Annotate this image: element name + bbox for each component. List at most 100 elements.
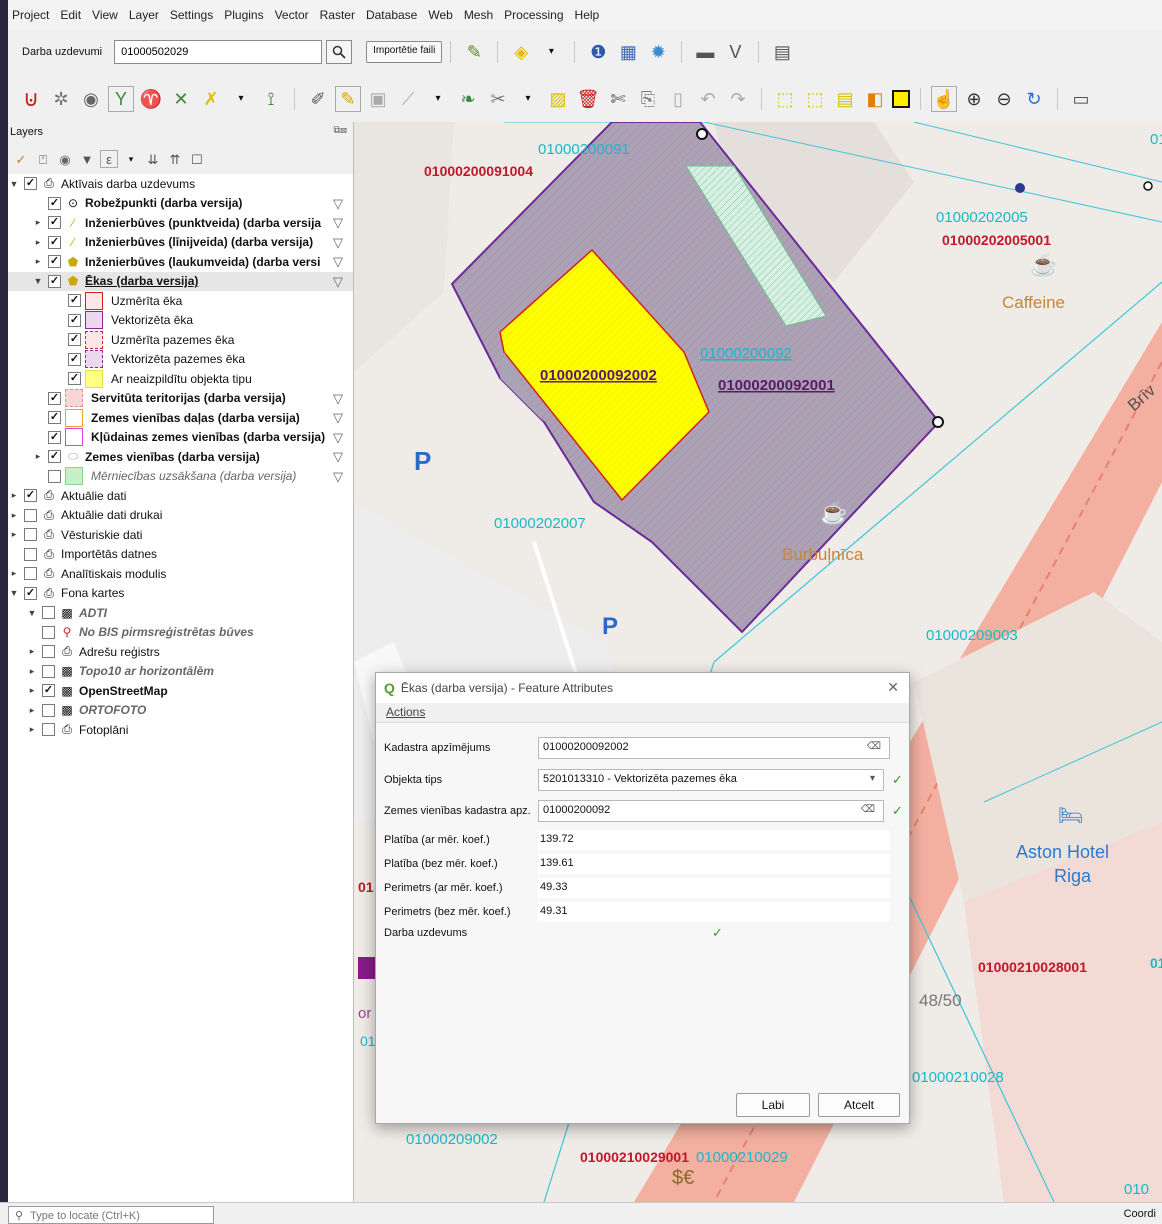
expand-arrow-icon[interactable]: ▸	[26, 646, 38, 657]
dropdown-arrow-icon[interactable]: ▾	[538, 39, 564, 65]
filter-icon[interactable]: ▼	[78, 150, 96, 168]
snap-settings-icon[interactable]: ✲	[48, 86, 74, 112]
add-polygon-icon[interactable]: ❧	[455, 86, 481, 112]
filter-icon[interactable]: ▽	[333, 449, 343, 465]
perimetrs-bez-value[interactable]: 49.31	[538, 902, 890, 922]
filter-icon[interactable]: ▽	[333, 274, 343, 290]
layer-group-importetas[interactable]: ⎙ Importētās datnes	[8, 545, 353, 565]
snap-segment-icon[interactable]: ♈	[138, 86, 164, 112]
add-line-icon[interactable]: ⟋	[395, 86, 421, 112]
layer-checkbox[interactable]: ✓	[48, 274, 61, 288]
kadastra-input[interactable]: 01000200092002 ⌫	[538, 737, 890, 759]
measure-icon[interactable]: ▭	[1068, 86, 1094, 112]
vertex-add-icon[interactable]: V	[722, 39, 748, 65]
layers-stack-icon[interactable]: ◈	[508, 39, 534, 65]
layer-checkbox[interactable]: ✓	[48, 430, 61, 444]
search-button[interactable]	[326, 40, 353, 64]
layer-checkbox[interactable]	[24, 528, 37, 542]
attribute-table-icon[interactable]: ▤	[832, 86, 858, 112]
legend-uzmerita-pazemes[interactable]: ✓ Uzmērīta pazemes ēka	[8, 330, 353, 350]
layer-group-vesturiskie[interactable]: ▸ ⎙ Vēsturiskie dati	[8, 525, 353, 545]
collapse-arrow-icon[interactable]: ▼	[8, 179, 20, 189]
menu-layer[interactable]: Layer	[129, 8, 159, 22]
menu-vector[interactable]: Vector	[275, 8, 309, 22]
layer-topo10[interactable]: ▸ ▩ Topo10 ar horizontālēm	[8, 662, 353, 682]
expand-arrow-icon[interactable]: ▸	[8, 510, 20, 521]
layer-checkbox[interactable]	[42, 645, 55, 659]
snap-cross-icon[interactable]: ✕	[168, 86, 194, 112]
legend-vektorizeta-eka[interactable]: ✓ Vektorizēta ēka	[8, 311, 353, 331]
expression-filter-icon[interactable]: ε	[100, 150, 118, 168]
layer-group-aktivais[interactable]: ▼ ✓ ⎙ Aktīvais darba uzdevums	[8, 174, 353, 194]
collapse-arrow-icon[interactable]: ▼	[26, 608, 38, 618]
task-input[interactable]	[114, 40, 323, 64]
dropdown-arrow-icon[interactable]: ▾	[122, 150, 140, 168]
pan-hand-icon[interactable]: ☝	[931, 86, 957, 112]
boundary-point[interactable]	[696, 128, 708, 140]
menu-processing[interactable]: Processing	[504, 8, 563, 22]
layer-inzenierbuves-punkt[interactable]: ▸ ✓ ∕ Inženierbūves (punktveida) (darba …	[8, 213, 353, 233]
layer-kludainas[interactable]: ✓ Kļūdainas zemes vienības (darba versij…	[8, 428, 353, 448]
layer-checkbox[interactable]: ✓	[24, 177, 37, 191]
menu-view[interactable]: View	[92, 8, 118, 22]
legend-checkbox[interactable]: ✓	[68, 313, 81, 327]
legend-neaizpilditu[interactable]: ✓ Ar neaizpildītu objekta tipu	[8, 369, 353, 389]
legend-vektorizeta-pazemes[interactable]: ✓ Vektorizēta pazemes ēka	[8, 350, 353, 370]
expand-arrow-icon[interactable]: ▸	[26, 724, 38, 735]
platiba-bez-value[interactable]: 139.61	[538, 854, 890, 874]
boundary-point[interactable]	[1143, 181, 1153, 191]
paste-icon[interactable]: ▯	[665, 86, 691, 112]
menu-settings[interactable]: Settings	[170, 8, 213, 22]
objekta-tips-select[interactable]: 5201013310 - Vektorizēta pazemes ēka ▾	[538, 769, 884, 791]
menu-web[interactable]: Web	[428, 8, 452, 22]
layer-checkbox[interactable]	[24, 567, 37, 581]
layer-checkbox[interactable]: ✓	[48, 411, 61, 425]
layer-group-analitiskais[interactable]: ▸ ⎙ Analītiskais modulis	[8, 564, 353, 584]
style-brush-icon[interactable]: ✓	[12, 150, 30, 168]
layer-checkbox[interactable]	[42, 606, 55, 620]
modify-attributes-icon[interactable]: ▨	[545, 86, 571, 112]
undo-icon[interactable]: ↶	[695, 86, 721, 112]
close-icon[interactable]: ✕	[887, 679, 899, 696]
snap-intersection-icon[interactable]: ✗	[198, 86, 224, 112]
collapse-arrow-icon[interactable]: ▼	[32, 276, 44, 286]
layer-fotoplani[interactable]: ▸ ⎙ Fotoplāni	[8, 720, 353, 740]
expand-arrow-icon[interactable]: ▸	[26, 685, 38, 696]
actions-menu[interactable]: Actions	[386, 705, 425, 719]
layer-ortofoto[interactable]: ▸ ▩ ORTOFOTO	[8, 701, 353, 721]
zemes-vienibas-input[interactable]: 01000200092 ⌫	[538, 800, 884, 822]
menu-help[interactable]: Help	[575, 8, 600, 22]
legend-uzmerita-eka[interactable]: ✓ Uzmērīta ēka	[8, 291, 353, 311]
layer-group-aktualie[interactable]: ▸ ✓ ⎙ Aktuālie dati	[8, 486, 353, 506]
cut-icon[interactable]: ✄	[605, 86, 631, 112]
expand-arrow-icon[interactable]: ▸	[8, 490, 20, 501]
layer-group-drukai[interactable]: ▸ ⎙ Aktuālie dati drukai	[8, 506, 353, 526]
layer-merniecibas[interactable]: Mērniecības uzsākšana (darba versija) ▽	[8, 467, 353, 487]
deselect-icon[interactable]: ◧	[862, 86, 888, 112]
platiba-ar-value[interactable]: 139.72	[538, 830, 890, 850]
layer-checkbox[interactable]	[24, 508, 37, 522]
page-check-icon[interactable]: ▤	[769, 39, 795, 65]
layer-checkbox[interactable]: ✓	[24, 586, 37, 600]
layer-checkbox[interactable]	[42, 625, 55, 639]
layer-checkbox[interactable]	[24, 547, 37, 561]
ok-button[interactable]: Labi	[736, 1093, 810, 1117]
expand-arrow-icon[interactable]: ▸	[32, 217, 44, 228]
perimetrs-ar-value[interactable]: 49.33	[538, 878, 890, 898]
delete-icon[interactable]: 🗑	[575, 86, 601, 112]
layer-robezpunkti[interactable]: ✓ ⊙ Robežpunkti (darba versija) ▽	[8, 194, 353, 214]
filter-icon[interactable]: ▽	[333, 196, 343, 212]
redo-icon[interactable]: ↷	[725, 86, 751, 112]
identify-icon[interactable]: ❶	[585, 39, 611, 65]
clear-icon[interactable]: ⌫	[867, 741, 881, 752]
layer-inzenierbuves-laukum[interactable]: ▸ ✓ ⬟ Inženierbūves (laukumveida) (darba…	[8, 252, 353, 272]
layer-checkbox[interactable]	[42, 703, 55, 717]
filter-icon[interactable]: ▽	[333, 410, 343, 426]
gear-icon[interactable]: ✹	[645, 39, 671, 65]
dropdown-arrow-icon[interactable]: ▾	[425, 86, 451, 112]
refresh-icon[interactable]: ↻	[1021, 86, 1047, 112]
import-files-button[interactable]: Importētie faili	[366, 41, 443, 63]
filter-icon[interactable]: ▽	[333, 430, 343, 446]
filter-icon[interactable]: ▽	[333, 254, 343, 270]
collapse-all-icon[interactable]: ⇈	[166, 150, 184, 168]
